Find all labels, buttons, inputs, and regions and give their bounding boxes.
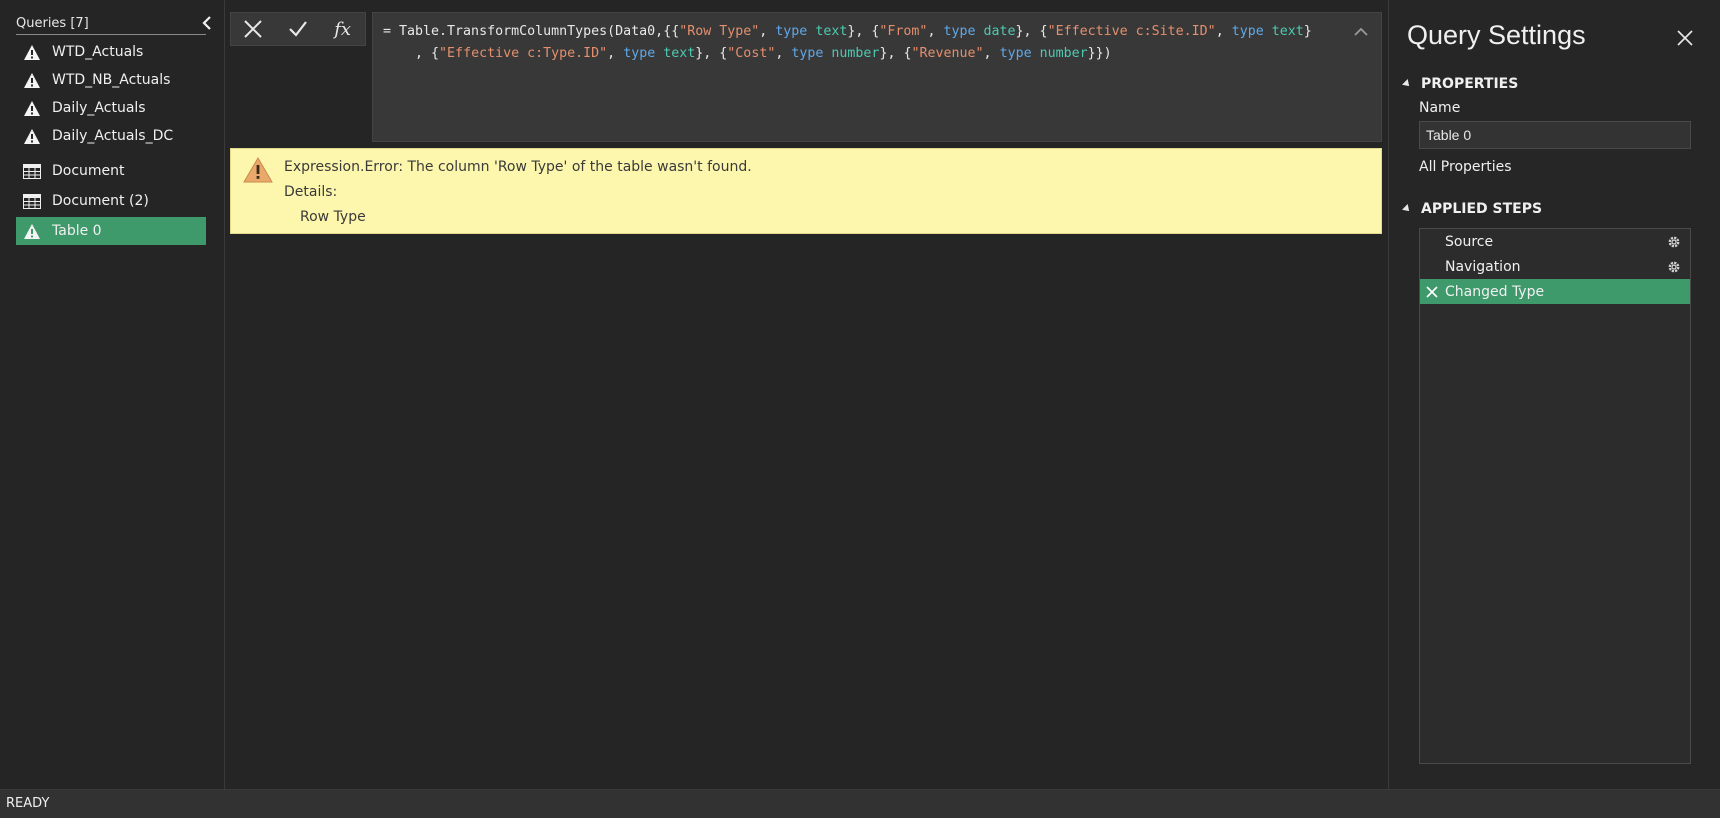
cancel-formula-button[interactable] [231,12,276,46]
all-properties-link[interactable]: All Properties [1419,159,1512,175]
properties-section-header[interactable]: PROPERTIES [1402,76,1518,92]
warning-icon [22,127,42,145]
warning-icon [22,43,42,61]
query-item-document[interactable]: Document [16,157,206,185]
table-icon [22,192,42,210]
warning-icon [22,222,42,240]
step-label: Source [1445,233,1494,250]
gear-icon[interactable] [1666,259,1682,275]
error-message: Expression.Error: The column 'Row Type' … [284,159,752,175]
formula-line-1: = Table.TransformColumnTypes(Data0,{{"Ro… [383,24,1312,39]
query-item-wtd-actuals[interactable]: WTD_Actuals [16,38,206,66]
query-item-document-2[interactable]: Document (2) [16,187,206,215]
step-source[interactable]: Source [1420,229,1690,254]
function-icon: fx [334,18,352,40]
commit-formula-button[interactable] [276,12,321,46]
step-changed-type[interactable]: Changed Type [1420,279,1690,304]
warning-icon [22,71,42,89]
query-item-label: WTD_Actuals [52,44,144,60]
query-name-input[interactable] [1419,121,1691,149]
applied-steps-list: Source Navigation Changed Type [1419,228,1691,764]
query-item-label: Document [52,163,125,179]
collapse-triangle-icon [1402,79,1412,89]
queries-pane: Queries [7] WTD_Actuals WTD_NB_Actuals D… [0,0,225,789]
query-item-label: Daily_Actuals_DC [52,128,174,144]
query-item-daily-actuals-dc[interactable]: Daily_Actuals_DC [16,122,206,150]
step-label: Navigation [1445,258,1521,275]
warning-icon [22,99,42,117]
collapse-triangle-icon [1402,204,1412,214]
query-item-label: Daily_Actuals [52,100,146,116]
delete-step-icon[interactable] [1424,284,1440,300]
chevron-left-icon [202,16,211,30]
queries-header: Queries [7] [16,16,206,35]
formula-line-2: , {"Effective c:Type.ID", type text}, {"… [383,46,1112,61]
checkmark-icon [289,21,307,37]
close-icon [244,20,263,38]
table-icon [22,162,42,180]
status-text: READY [6,796,50,811]
query-item-daily-actuals[interactable]: Daily_Actuals [16,94,206,122]
query-item-table-0[interactable]: Table 0 [16,217,206,245]
query-settings-pane: Query Settings PROPERTIES Name All Prope… [1388,0,1720,789]
error-banner: Expression.Error: The column 'Row Type' … [230,148,1382,234]
query-item-label: Table 0 [52,223,102,239]
step-navigation[interactable]: Navigation [1420,254,1690,279]
chevron-up-icon [1354,27,1368,36]
query-item-wtd-nb-actuals[interactable]: WTD_NB_Actuals [16,66,206,94]
error-details-value: Row Type [300,209,366,225]
formula-buttons: fx [230,12,366,46]
query-item-label: WTD_NB_Actuals [52,72,171,88]
applied-steps-section-header[interactable]: APPLIED STEPS [1402,201,1542,217]
step-label: Changed Type [1445,283,1545,300]
status-bar: READY [0,789,1720,818]
warning-icon [243,157,273,183]
collapse-formula-button[interactable] [1351,21,1371,41]
gear-icon[interactable] [1666,234,1682,250]
error-details-label: Details: [284,184,338,200]
collapse-queries-button[interactable] [198,12,216,34]
settings-title: Query Settings [1407,20,1586,50]
close-icon [1677,30,1693,46]
query-item-label: Document (2) [52,193,149,209]
formula-editor[interactable]: = Table.TransformColumnTypes(Data0,{{"Ro… [372,12,1382,142]
close-settings-button[interactable] [1673,26,1697,50]
name-label: Name [1419,100,1461,116]
insert-function-button[interactable]: fx [320,12,365,46]
